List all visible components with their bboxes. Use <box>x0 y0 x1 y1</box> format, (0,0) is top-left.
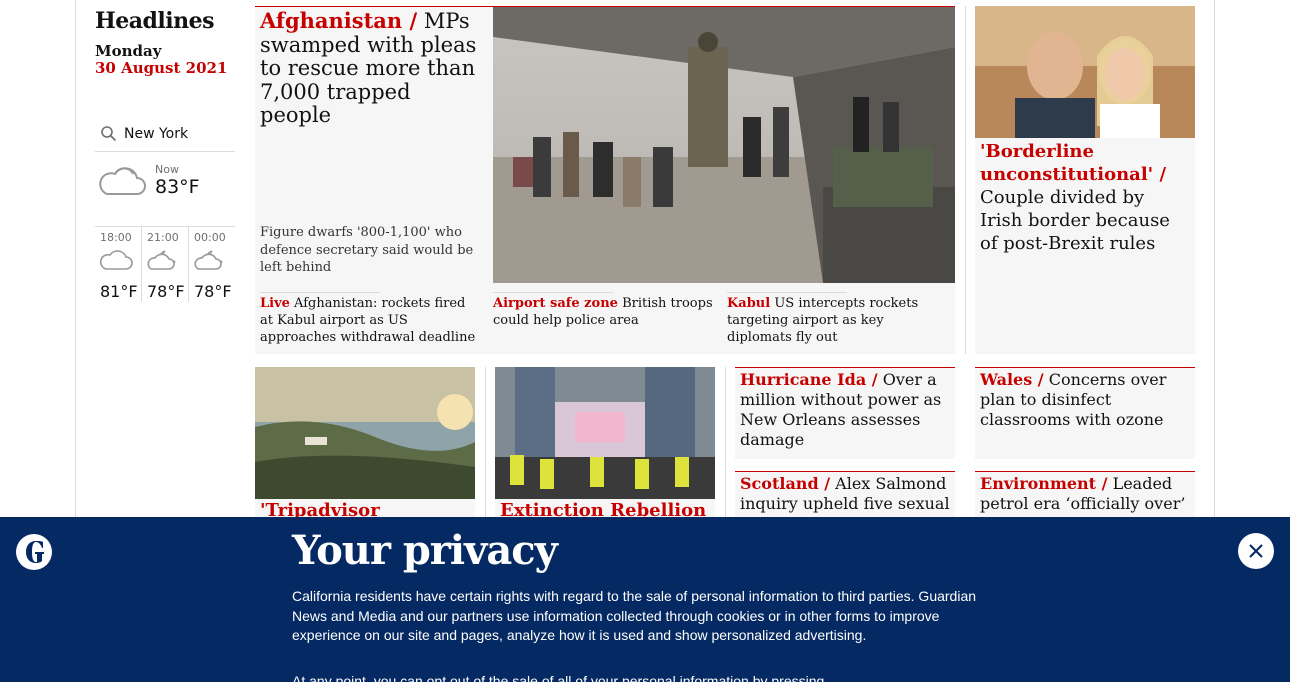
column-divider <box>485 367 486 527</box>
main-story-image[interactable] <box>493 7 955 283</box>
moon-cloud-icon <box>194 250 223 270</box>
forecast-time: 18:00 <box>100 231 132 244</box>
page-title: Headlines <box>95 8 215 34</box>
forecast-temperature: 78°F <box>194 282 232 301</box>
couple-photo <box>975 6 1195 138</box>
story-card[interactable]: Wales / Concerns over plan to disinfect … <box>975 367 1195 459</box>
right-story-image[interactable] <box>975 6 1195 138</box>
related-link[interactable]: Airport safe zone British troops could h… <box>493 292 715 330</box>
related-link[interactable]: Kabul US intercepts rockets targeting ai… <box>727 292 949 347</box>
related-links: Live Afghanistan: rockets fired at Kabul… <box>255 292 955 352</box>
moon-cloud-icon <box>147 250 176 270</box>
protest-photo <box>495 367 715 499</box>
story-image[interactable] <box>495 367 715 499</box>
evacuation-photo <box>493 7 955 283</box>
close-button[interactable] <box>1238 533 1274 569</box>
story-kicker: Environment / <box>980 474 1108 493</box>
privacy-title: Your privacy <box>292 527 558 574</box>
search-icon <box>101 125 117 141</box>
weather-location-search[interactable] <box>95 116 235 152</box>
story-headline[interactable]: Wales / Concerns over plan to disinfect … <box>980 370 1192 430</box>
story-kicker: Scotland / <box>740 474 831 493</box>
story-card[interactable]: Hurricane Ida / Over a million without p… <box>735 367 955 459</box>
main-story-card[interactable]: Afghanistan / MPs swamped with pleas to … <box>255 6 955 354</box>
column-divider <box>965 6 966 354</box>
location-input[interactable] <box>124 125 224 142</box>
story-kicker: Hurricane Ida / <box>740 370 878 389</box>
main-story-kicker: Afghanistan / <box>260 8 418 33</box>
privacy-text-optout: At any point, you can opt out of the sal… <box>292 673 825 682</box>
date-full: 30 August 2021 <box>95 59 228 77</box>
forecast-temperature: 78°F <box>147 282 185 301</box>
guardian-logo-icon <box>16 534 52 570</box>
cloud-icon <box>99 250 133 270</box>
main-story-headline[interactable]: Afghanistan / MPs swamped with pleas to … <box>260 9 488 128</box>
now-temperature: 83°F <box>155 176 200 198</box>
coast-photo <box>255 367 475 499</box>
forecast-slot: 21:00 78°F <box>141 227 188 302</box>
forecast-strip: 18:00 81°F 21:00 78°F 00:00 78°F <box>95 226 235 302</box>
close-icon <box>1249 544 1263 558</box>
related-link[interactable]: Live Afghanistan: rockets fired at Kabul… <box>260 292 482 347</box>
date-day: Monday <box>95 42 162 60</box>
story-kicker: Wales / <box>980 370 1044 389</box>
right-story-kicker: 'Borderline unconstitutional' / <box>980 141 1167 186</box>
right-story-title: Couple divided by Irish border because o… <box>980 187 1170 255</box>
forecast-time: 21:00 <box>147 231 179 244</box>
related-link-kicker: Airport safe zone <box>493 296 618 311</box>
related-link-kicker: Live <box>260 296 290 311</box>
privacy-text: California residents have certain rights… <box>292 588 977 644</box>
column-divider <box>725 367 726 527</box>
privacy-banner: Your privacy California residents have c… <box>0 517 1290 682</box>
related-link-text: Afghanistan: rockets fired at Kabul airp… <box>260 296 476 345</box>
forecast-slot: 18:00 81°F <box>95 227 141 302</box>
story-card[interactable]: Extinction Rebellion / <box>495 367 715 541</box>
forecast-time: 00:00 <box>194 231 226 244</box>
now-label: Now <box>155 163 179 176</box>
story-image[interactable] <box>255 367 475 499</box>
story-headline[interactable]: Hurricane Ida / Over a million without p… <box>740 370 952 450</box>
story-card[interactable]: 'Tripadvisor warriors' <box>255 367 475 541</box>
forecast-temperature: 81°F <box>100 282 138 301</box>
right-story-card[interactable]: 'Borderline unconstitutional' / Couple d… <box>975 6 1195 354</box>
current-weather: Now 83°F <box>95 160 235 220</box>
related-link-kicker: Kabul <box>727 296 771 311</box>
cloud-icon <box>99 167 146 195</box>
main-story-standfirst: Figure dwarfs '800-1,100' who defence se… <box>260 225 474 276</box>
forecast-slot: 00:00 78°F <box>188 227 235 302</box>
right-story-headline[interactable]: 'Borderline unconstitutional' / Couple d… <box>980 140 1192 255</box>
